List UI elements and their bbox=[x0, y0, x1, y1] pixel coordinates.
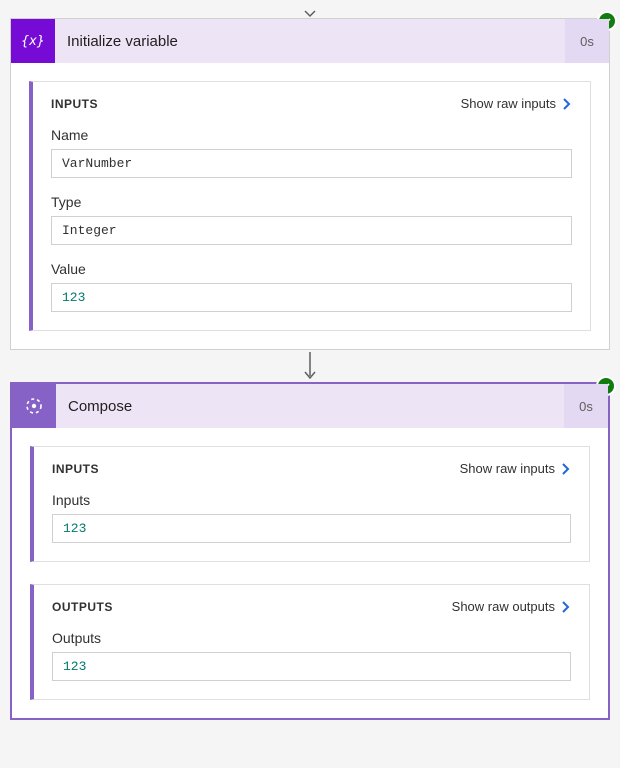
field-value: 123 bbox=[52, 652, 571, 681]
action-card-initialize-variable[interactable]: {x} Initialize variable 0s INPUTS Show r… bbox=[10, 18, 610, 350]
flow-arrow bbox=[10, 352, 610, 382]
panel-title: INPUTS bbox=[52, 462, 99, 476]
inputs-panel: INPUTS Show raw inputs Inputs 123 bbox=[30, 446, 590, 562]
field-value: 123 bbox=[52, 514, 571, 543]
show-raw-outputs-link[interactable]: Show raw outputs bbox=[452, 599, 571, 614]
action-card-compose[interactable]: Compose 0s INPUTS Show raw inputs Inputs… bbox=[10, 382, 610, 720]
card-duration: 0s bbox=[564, 384, 608, 428]
panel-header: INPUTS Show raw inputs bbox=[52, 461, 571, 476]
field-value: 123 bbox=[51, 283, 572, 312]
panel-header: OUTPUTS Show raw outputs bbox=[52, 599, 571, 614]
panel-title: OUTPUTS bbox=[52, 600, 113, 614]
field-value: VarNumber bbox=[51, 149, 572, 178]
panel-title: INPUTS bbox=[51, 97, 98, 111]
inputs-panel: INPUTS Show raw inputs Name VarNumber Ty… bbox=[29, 81, 591, 331]
field-outputs: Outputs 123 bbox=[52, 630, 571, 681]
show-raw-inputs-link[interactable]: Show raw inputs bbox=[461, 96, 572, 111]
field-label: Name bbox=[51, 127, 572, 143]
svg-text:{x}: {x} bbox=[22, 34, 44, 49]
card-title: Initialize variable bbox=[55, 33, 565, 50]
field-value-input: Value 123 bbox=[51, 261, 572, 312]
chevron-right-icon bbox=[561, 462, 571, 476]
panel-link-label: Show raw inputs bbox=[461, 96, 556, 111]
variable-icon: {x} bbox=[11, 19, 55, 63]
field-label: Outputs bbox=[52, 630, 571, 646]
card-duration: 0s bbox=[565, 19, 609, 63]
flow-arrow-top bbox=[10, 10, 610, 18]
field-type: Type Integer bbox=[51, 194, 572, 245]
panel-header: INPUTS Show raw inputs bbox=[51, 96, 572, 111]
field-label: Inputs bbox=[52, 492, 571, 508]
field-inputs: Inputs 123 bbox=[52, 492, 571, 543]
field-label: Type bbox=[51, 194, 572, 210]
compose-icon bbox=[12, 384, 56, 428]
field-name: Name VarNumber bbox=[51, 127, 572, 178]
card-title: Compose bbox=[56, 398, 564, 415]
card-body: INPUTS Show raw inputs Inputs 123 OUTPUT… bbox=[12, 428, 608, 718]
show-raw-inputs-link[interactable]: Show raw inputs bbox=[460, 461, 571, 476]
panel-link-label: Show raw outputs bbox=[452, 599, 555, 614]
field-label: Value bbox=[51, 261, 572, 277]
field-value: Integer bbox=[51, 216, 572, 245]
chevron-right-icon bbox=[562, 97, 572, 111]
card-header[interactable]: {x} Initialize variable 0s bbox=[11, 19, 609, 63]
card-header[interactable]: Compose 0s bbox=[12, 384, 608, 428]
outputs-panel: OUTPUTS Show raw outputs Outputs 123 bbox=[30, 584, 590, 700]
panel-link-label: Show raw inputs bbox=[460, 461, 555, 476]
card-body: INPUTS Show raw inputs Name VarNumber Ty… bbox=[11, 63, 609, 349]
chevron-right-icon bbox=[561, 600, 571, 614]
